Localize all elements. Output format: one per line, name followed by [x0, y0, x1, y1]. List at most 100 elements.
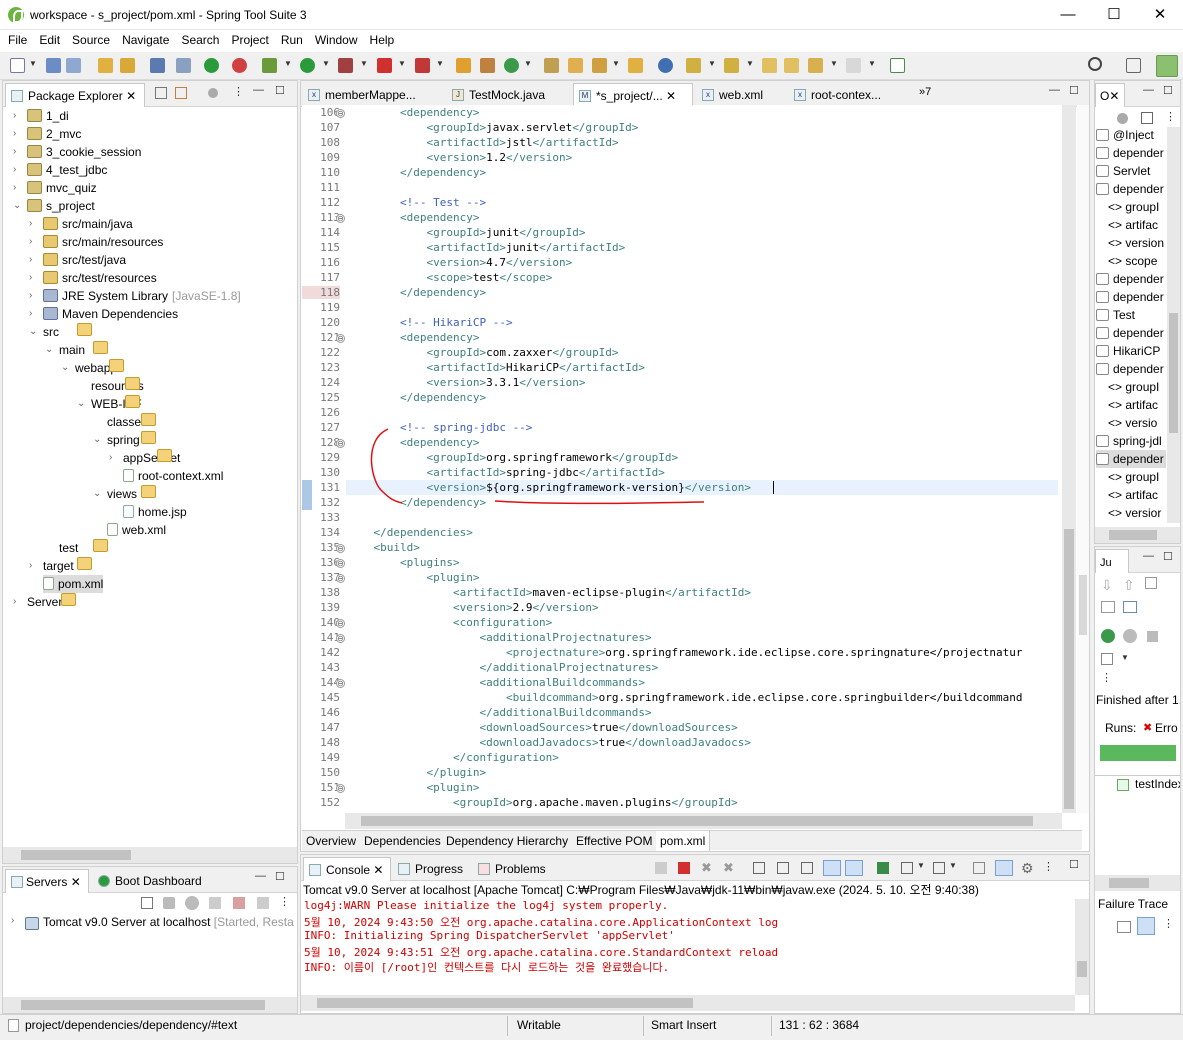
maximize-view-icon[interactable]: ☐ — [1163, 550, 1173, 563]
next-annotation-icon[interactable] — [686, 58, 701, 73]
build-icon[interactable] — [98, 58, 113, 73]
prev-annotation-icon[interactable] — [724, 58, 739, 73]
editor-horizontal-scrollbar[interactable] — [345, 813, 1062, 829]
maximize-view-icon[interactable]: ☐ — [275, 84, 285, 97]
close-button[interactable]: ✕ — [1137, 0, 1183, 30]
expanded-icon[interactable]: ⌄ — [61, 359, 69, 377]
tree-item[interactable]: classes — [107, 413, 156, 431]
minimize-view-icon[interactable]: — — [253, 84, 264, 96]
maximize-view-icon[interactable]: ☐ — [1069, 858, 1079, 871]
new-icon[interactable] — [10, 58, 25, 73]
server-item[interactable]: Tomcat v9.0 Server at localhost [Started… — [43, 915, 297, 929]
globe-icon[interactable] — [658, 58, 673, 73]
expand-icon[interactable]: › — [29, 215, 32, 233]
menu-help[interactable]: Help — [362, 30, 399, 47]
show-failures-icon[interactable] — [1145, 577, 1157, 589]
filter-icon[interactable] — [208, 88, 218, 98]
link-icon[interactable] — [995, 860, 1013, 876]
previous-failure-icon[interactable]: ⇧ — [1123, 577, 1135, 594]
history-icon[interactable] — [1123, 601, 1137, 613]
tree-item[interactable]: › 2_mvc — [13, 125, 81, 143]
open-task-icon[interactable] — [628, 58, 643, 73]
tree-item[interactable]: › Servers — [13, 593, 76, 611]
display-console-icon[interactable] — [901, 862, 913, 874]
terminate-icon[interactable] — [678, 862, 690, 874]
tab-member-mapper[interactable]: x memberMappe... — [303, 83, 427, 107]
open-console-icon[interactable] — [933, 862, 945, 874]
publish-icon[interactable] — [257, 897, 269, 909]
chevron-down-icon[interactable]: ▼ — [949, 861, 957, 870]
layout-icon[interactable] — [1101, 653, 1113, 665]
chevron-down-icon[interactable]: ▼ — [524, 59, 532, 68]
menu-project[interactable]: Project — [223, 30, 272, 47]
expand-icon[interactable]: › — [13, 593, 16, 611]
view-menu-icon[interactable]: ⋮ — [1165, 110, 1176, 123]
outline-item[interactable]: depender — [1096, 360, 1166, 378]
outline-item[interactable]: depender — [1096, 270, 1166, 288]
tab-pom-xml-source[interactable]: pom.xml — [656, 831, 711, 851]
outline-item[interactable]: @Inject — [1096, 126, 1166, 144]
expand-icon[interactable]: › — [13, 143, 16, 161]
new-spring-icon[interactable] — [456, 58, 471, 73]
chevron-down-icon[interactable]: ▼ — [746, 59, 754, 68]
expanded-icon[interactable]: ⌄ — [77, 395, 85, 413]
stop-server-icon[interactable] — [233, 897, 245, 909]
tree-item[interactable]: resources — [91, 377, 144, 395]
back-icon[interactable] — [808, 58, 823, 73]
console-vertical-scrollbar[interactable] — [1075, 899, 1089, 995]
maximize-button[interactable]: ☐ — [1091, 0, 1137, 30]
outline-item[interactable]: <> groupI — [1108, 468, 1166, 486]
expand-icon[interactable]: › — [13, 161, 16, 179]
start-server-icon[interactable] — [204, 58, 219, 73]
run-icon[interactable] — [300, 58, 315, 73]
xml-source-editor[interactable]: 106 ⊖ <dependency> 107 <groupId>javax.serv… — [302, 105, 1062, 813]
expand-icon[interactable]: › — [109, 449, 112, 467]
chevron-down-icon[interactable]: ▼ — [29, 59, 37, 68]
tree-item[interactable]: › Maven Dependencies — [29, 305, 178, 323]
stop-icon[interactable] — [1147, 631, 1158, 642]
maximize-view-icon[interactable]: ☐ — [1069, 84, 1079, 97]
tree-item[interactable]: ⌄ webapp — [61, 359, 124, 377]
tree-item[interactable]: ⌄ s_project — [13, 197, 95, 215]
minimize-view-icon[interactable]: — — [1049, 84, 1060, 96]
menu-run[interactable]: Run — [273, 30, 307, 47]
menu-source[interactable]: Source — [64, 30, 114, 47]
search-tool-icon[interactable] — [592, 58, 607, 73]
tree-item[interactable]: ⌄ main — [45, 341, 108, 359]
scrollbar-thumb[interactable] — [1109, 530, 1157, 540]
outline-item[interactable]: <> versior — [1108, 504, 1166, 522]
scroll-lock-icon[interactable] — [777, 862, 789, 874]
menu-window[interactable]: Window — [307, 30, 362, 47]
rerun-failed-icon[interactable] — [1123, 629, 1137, 643]
scrollbar-thumb[interactable] — [1109, 878, 1149, 888]
tab-console[interactable]: Console ✕ — [303, 857, 391, 881]
view-menu-icon[interactable]: ⋮ — [1101, 671, 1112, 684]
tab-dependencies[interactable]: Dependencies — [360, 831, 446, 851]
view-menu-icon[interactable]: ⋮ — [1163, 917, 1174, 930]
tree-item[interactable]: pom.xml — [43, 575, 104, 593]
pin-editor-icon[interactable] — [784, 58, 799, 73]
outline-vertical-scrollbar[interactable] — [1167, 127, 1180, 523]
expanded-icon[interactable]: ⌄ — [13, 197, 21, 215]
tab-root-context[interactable]: x root-contex... — [789, 83, 899, 107]
test-item[interactable]: testIndex — [1135, 777, 1180, 791]
start-server-icon[interactable] — [185, 896, 199, 910]
view-menu-icon[interactable]: ⋮ — [279, 895, 290, 908]
expand-icon[interactable]: › — [29, 233, 32, 251]
tree-item[interactable]: home.jsp — [123, 503, 187, 521]
tab-servers[interactable]: Servers ✕ — [5, 869, 89, 893]
stop-icon[interactable] — [377, 58, 392, 73]
tree-item[interactable]: › 3_cookie_session — [13, 143, 141, 161]
horizontal-scrollbar[interactable] — [3, 997, 297, 1013]
minimize-button[interactable]: — — [1045, 0, 1091, 30]
tree-item[interactable]: › src/main/resources — [29, 233, 163, 251]
terminate-icon[interactable] — [415, 58, 430, 73]
save-all-icon[interactable] — [66, 58, 81, 73]
filter-icon[interactable] — [1117, 113, 1128, 124]
expanded-icon[interactable]: ⌄ — [45, 341, 53, 359]
menu-search[interactable]: Search — [173, 30, 223, 47]
tab-dependency-hierarchy[interactable]: Dependency Hierarchy — [442, 831, 574, 851]
pin-console-icon[interactable] — [877, 862, 889, 874]
close-icon[interactable]: ✕ — [373, 863, 383, 877]
tree-item[interactable]: › appServlet — [109, 449, 180, 467]
